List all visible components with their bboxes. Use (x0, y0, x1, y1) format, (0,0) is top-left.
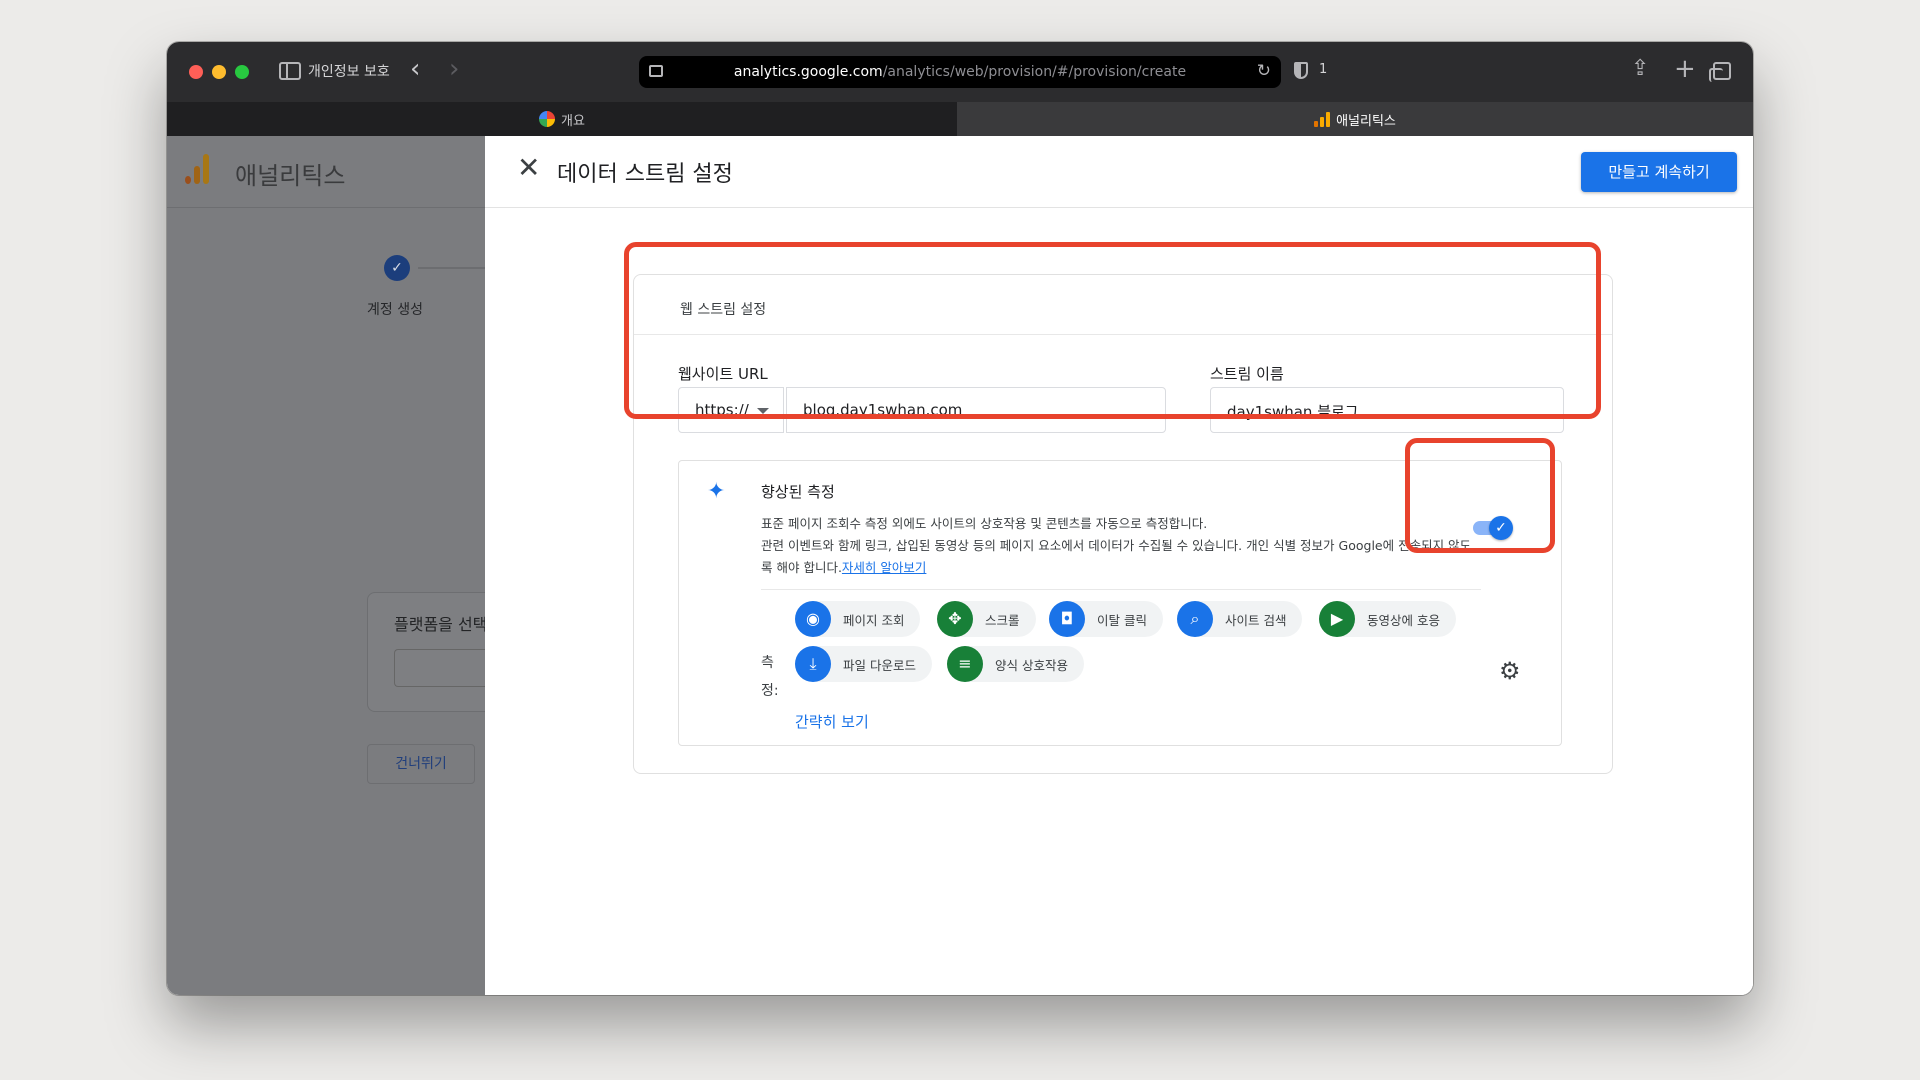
form-icon: ≡ (947, 646, 983, 682)
website-url-input[interactable]: blog.day1swhan.com (786, 387, 1166, 433)
tab-strip: 개요 애널리틱스 (167, 102, 1753, 136)
web-stream-section: 웹 스트림 설정 웹사이트 URL https:// blog.day1swha… (633, 274, 1613, 774)
dialog-header: ✕ 데이터 스트림 설정 만들고 계속하기 (485, 136, 1753, 208)
share-icon[interactable]: ⇪ (1631, 56, 1649, 81)
tab-label: 개요 (561, 113, 585, 129)
close-window-button[interactable] (189, 65, 203, 79)
url-path: /analytics/web/provision/#/provision/cre… (882, 64, 1187, 80)
play-icon: ▶ (1319, 601, 1355, 637)
chip-label: 양식 상호작용 (995, 657, 1068, 673)
tab-analytics[interactable]: 애널리틱스 (957, 102, 1753, 136)
collapse-link[interactable]: 간략히 보기 (795, 711, 869, 732)
url-host: analytics.google.com (733, 64, 883, 80)
minimize-window-button[interactable] (212, 65, 226, 79)
check-icon: ✓ (1489, 516, 1513, 540)
eye-icon: ◉ (795, 601, 831, 637)
platform-heading: 플랫폼을 선택 (394, 615, 488, 634)
title-bar: 개인정보 보호 ‹ › analytics.google.com/analyti… (167, 42, 1753, 102)
analytics-icon (1314, 111, 1331, 127)
step-label: 계정 생성 (367, 302, 423, 318)
privacy-label[interactable]: 개인정보 보호 (308, 61, 390, 81)
new-tab-icon[interactable]: + (1674, 54, 1696, 84)
google-icon (539, 111, 556, 127)
skip-button: 건너뛰기 (367, 744, 475, 784)
section-header: 웹 스트림 설정 (634, 275, 1612, 335)
tab-overview-icon[interactable] (1709, 62, 1731, 82)
divider (761, 589, 1481, 590)
stream-name-input[interactable]: day1swhan 블로그 (1210, 387, 1564, 433)
chip-page-views: ◉ 페이지 조회 (795, 601, 921, 637)
mouse-icon: ◘ (1049, 601, 1085, 637)
chip-scroll: ✥ 스크롤 (937, 601, 1036, 637)
shield-icon[interactable] (1294, 62, 1308, 79)
enhanced-measurement-description: 표준 페이지 조회수 측정 외에도 사이트의 상호작용 및 콘텐츠를 자동으로 … (761, 513, 1481, 579)
app-title: 애널리틱스 (235, 162, 346, 190)
analytics-logo-icon (185, 154, 209, 184)
chip-label: 페이지 조회 (843, 612, 905, 628)
chip-site-search: ⌕ 사이트 검색 (1177, 601, 1303, 637)
platform-card: 플랫폼을 선택 (367, 592, 494, 712)
gear-icon[interactable]: ⚙ (1499, 657, 1521, 685)
forward-icon[interactable]: › (449, 56, 459, 82)
stream-name-label: 스트림 이름 (1210, 365, 1284, 383)
chip-label: 사이트 검색 (1225, 612, 1287, 628)
download-icon: ⤓ (795, 646, 831, 682)
chip-file-downloads: ⤓ 파일 다운로드 (795, 646, 932, 682)
chip-outbound-clicks: ◘ 이탈 클릭 (1049, 601, 1163, 637)
enhanced-measurement-toggle[interactable]: ✓ (1473, 516, 1513, 540)
chevron-down-icon (757, 408, 769, 414)
search-icon: ⌕ (1177, 601, 1213, 637)
description-line: 표준 페이지 조회수 측정 외에도 사이트의 상호작용 및 콘텐츠를 자동으로 … (761, 516, 1208, 531)
reload-icon[interactable]: ↻ (1257, 61, 1271, 81)
section-title: 웹 스트림 설정 (680, 302, 767, 318)
shield-count: 1 (1319, 62, 1328, 77)
scheme-select[interactable]: https:// (678, 387, 784, 433)
page: 애널리틱스 ✓ 계정 생성 플랫폼을 선택 건너뛰기 ✕ 데이터 스트림 설정 … (167, 136, 1753, 995)
website-url-label: 웹사이트 URL (678, 365, 768, 383)
chip-label: 파일 다운로드 (843, 657, 916, 673)
enhanced-measurement-card: ✦ 향상된 측정 표준 페이지 조회수 측정 외에도 사이트의 상호작용 및 콘… (678, 460, 1562, 746)
back-icon[interactable]: ‹ (410, 56, 420, 82)
create-and-continue-button[interactable]: 만들고 계속하기 (1581, 152, 1737, 192)
browser-window: 개인정보 보호 ‹ › analytics.google.com/analyti… (167, 42, 1753, 995)
chip-video-engagement: ▶ 동영상에 호응 (1319, 601, 1456, 637)
url-text[interactable]: analytics.google.com/analytics/web/provi… (639, 64, 1281, 80)
data-stream-dialog: ✕ 데이터 스트림 설정 만들고 계속하기 웹 스트림 설정 웹사이트 URL … (485, 136, 1753, 995)
scheme-value: https:// (695, 401, 749, 419)
dialog-title: 데이터 스트림 설정 (557, 162, 733, 187)
close-icon[interactable]: ✕ (517, 154, 540, 182)
app-header: 애널리틱스 (167, 136, 485, 208)
chip-label: 스크롤 (985, 612, 1020, 628)
chip-label: 동영상에 호응 (1367, 612, 1440, 628)
enhanced-measurement-title: 향상된 측정 (761, 483, 835, 501)
step-connector (418, 267, 485, 269)
sparkle-icon: ✦ (707, 479, 726, 504)
step-complete-icon: ✓ (384, 255, 410, 281)
learn-more-link[interactable]: 자세히 알아보기 (842, 560, 926, 575)
tab-label: 애널리틱스 (1336, 113, 1396, 129)
chip-label: 이탈 클릭 (1097, 612, 1147, 628)
address-bar[interactable]: analytics.google.com/analytics/web/provi… (639, 56, 1281, 88)
tab-overview[interactable]: 개요 (167, 102, 957, 136)
measurement-label: 측정: (761, 655, 779, 699)
platform-select (394, 649, 494, 687)
background-page: 애널리틱스 ✓ 계정 생성 플랫폼을 선택 건너뛰기 (167, 136, 494, 995)
scroll-icon: ✥ (937, 601, 973, 637)
zoom-window-button[interactable] (235, 65, 249, 79)
chip-form-interactions: ≡ 양식 상호작용 (947, 646, 1084, 682)
sidebar-icon[interactable] (279, 62, 301, 80)
